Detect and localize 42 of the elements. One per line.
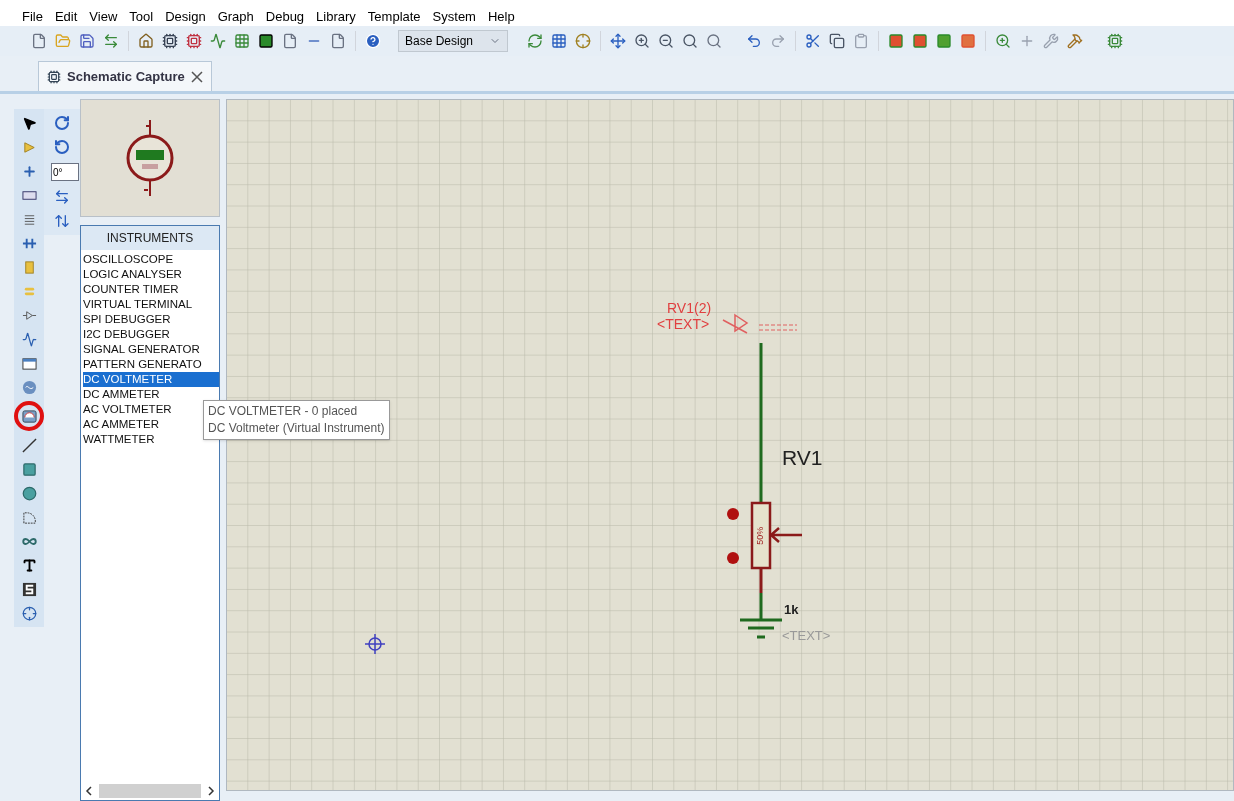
menu-item[interactable]: File — [22, 6, 43, 26]
wiper-value: 50% — [754, 525, 767, 547]
menu-item[interactable]: Design — [165, 6, 206, 26]
device-list-item[interactable]: SPI DEBUGGER — [83, 312, 219, 327]
device-list-item[interactable]: DC AMMETER — [83, 387, 219, 402]
mirror-vertical-icon[interactable] — [54, 213, 70, 229]
part-value: 1k — [784, 601, 799, 619]
terminal-text: <TEXT> — [657, 317, 710, 332]
menu-item[interactable]: Tool — [129, 6, 154, 26]
chevron-left-icon[interactable] — [85, 786, 93, 796]
part-reference: RV1 — [782, 445, 823, 471]
rotate-anticlockwise-icon[interactable] — [54, 139, 70, 155]
menu-item[interactable]: View — [89, 6, 118, 26]
close-icon[interactable] — [190, 70, 203, 83]
chip-icon — [47, 69, 61, 84]
menu-item[interactable]: Debug — [265, 6, 305, 26]
device-list-item[interactable]: SIGNAL GENERATOR — [83, 342, 219, 357]
instrument-tool-icon[interactable] — [14, 401, 44, 431]
ground-symbol — [738, 591, 784, 639]
rotation-field[interactable]: 0° — [51, 163, 79, 181]
part-text: <TEXT> — [782, 627, 831, 645]
device-list-item[interactable]: COUNTER TIMER — [83, 282, 219, 297]
device-list-item[interactable]: I2C DEBUGGER — [83, 327, 219, 342]
terminal-label: RV1(2) — [667, 301, 712, 316]
device-list-item[interactable]: PATTERN GENERATO — [83, 357, 219, 372]
menu-item[interactable]: Help — [487, 6, 515, 26]
menu-item[interactable]: Edit — [54, 6, 78, 26]
device-list-item[interactable]: OSCILLOSCOPE — [83, 252, 219, 267]
variant-dropdown[interactable]: Base Design — [398, 30, 508, 52]
chevron-right-icon[interactable] — [207, 786, 215, 796]
tab[interactable]: Schematic Capture — [38, 61, 212, 91]
menu-item[interactable]: Template — [367, 6, 421, 26]
device-list-item[interactable]: VIRTUAL TERMINAL — [83, 297, 219, 312]
menu-item[interactable]: Graph — [217, 6, 254, 26]
mirror-horizontal-icon[interactable] — [54, 189, 70, 205]
rotate-clockwise-icon[interactable] — [54, 115, 70, 131]
menu-item[interactable]: Library — [316, 6, 356, 26]
device-list-item[interactable]: LOGIC ANALYSER — [83, 267, 219, 282]
panel-header: INSTRUMENTS — [81, 226, 219, 250]
menu-item[interactable]: System — [432, 6, 476, 26]
device-list-item[interactable]: DC VOLTMETER — [83, 372, 219, 387]
origin-marker — [364, 633, 386, 655]
